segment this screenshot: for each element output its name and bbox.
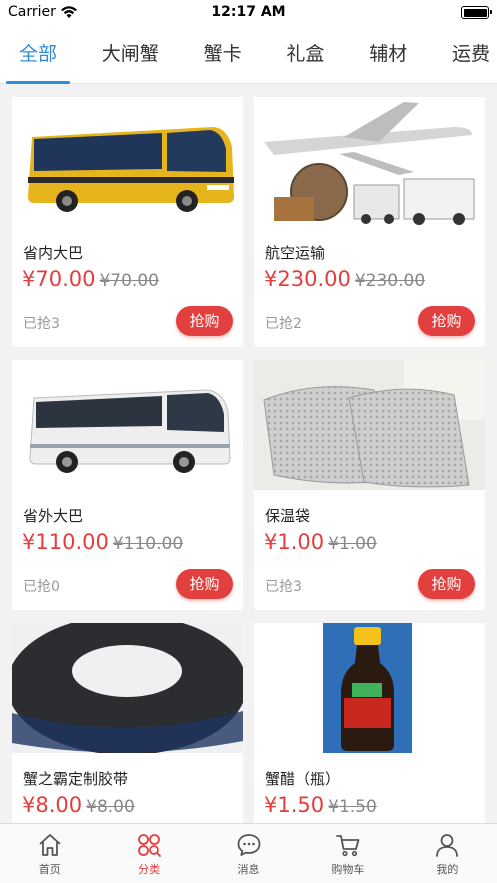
nav-profile-label: 我的	[436, 863, 459, 876]
product-name: 航空运输	[265, 244, 326, 262]
price-row: ¥1.00 ¥1.00	[264, 530, 377, 554]
product-card[interactable]: 保温袋 ¥1.00 ¥1.00 已抢3 抢购	[254, 360, 485, 610]
buy-button[interactable]: 抢购	[418, 306, 475, 336]
price-row: ¥110.00 ¥110.00	[22, 530, 183, 554]
product-grid: 省内大巴 ¥70.00 ¥70.00 已抢3 抢购 航空运输 ¥230.00 ¥…	[0, 84, 497, 823]
product-card[interactable]: 蟹之霸定制胶带 ¥8.00¥8.00 抢购	[12, 623, 243, 823]
tab-hairy-crab[interactable]: 大闸蟹	[101, 26, 160, 84]
product-name: 省内大巴	[23, 244, 84, 262]
product-card[interactable]: 省内大巴 ¥70.00 ¥70.00 已抢3 抢购	[12, 97, 243, 347]
cart-icon	[336, 835, 360, 857]
buy-button[interactable]: 抢购	[418, 569, 475, 599]
nav-profile[interactable]: 我的	[398, 824, 497, 883]
price-row: ¥70.00 ¥70.00	[22, 267, 159, 291]
nav-cart[interactable]: 购物车	[298, 824, 397, 883]
tape-roll-image	[12, 623, 243, 753]
nav-category-label: 分类	[138, 863, 161, 876]
product-name: 蟹醋（瓶）	[265, 770, 341, 788]
airplane-freight-image	[254, 97, 485, 227]
price-row: ¥8.00 ¥8.00	[22, 793, 135, 817]
original-price: ¥230.00	[354, 271, 426, 291]
product-price: ¥110.00	[22, 530, 109, 554]
product-price: ¥230.00	[264, 267, 351, 291]
product-card[interactable]: 航空运输 ¥230.00 ¥230.00 已抢2 抢购	[254, 97, 485, 347]
original-price: ¥8.00	[86, 797, 135, 817]
home-icon	[39, 834, 61, 856]
buy-button[interactable]: 抢购	[176, 569, 233, 599]
tab-all[interactable]: 全部	[5, 26, 71, 84]
product-price: ¥8.00	[22, 793, 83, 817]
nav-cart-label: 购物车	[331, 863, 365, 876]
product-name: 蟹之霸定制胶带	[23, 770, 129, 788]
insulated-bag-image	[254, 360, 485, 490]
nav-home[interactable]: 首页	[0, 824, 99, 883]
nav-messages-label: 消息	[237, 863, 260, 876]
tab-shipping[interactable]: 运费	[451, 26, 491, 84]
message-icon	[237, 834, 260, 856]
original-price: ¥1.00	[328, 534, 377, 554]
product-card[interactable]: 省外大巴 ¥110.00 ¥110.00 已抢0 抢购	[12, 360, 243, 610]
tab-gift-box[interactable]: 礼盒	[285, 26, 325, 84]
original-price: ¥1.50	[328, 797, 377, 817]
product-price: ¥70.00	[22, 267, 96, 291]
sold-count: 已抢3	[23, 316, 60, 332]
clock: 12:17 AM	[211, 4, 286, 20]
product-card[interactable]: 蟹醋（瓶） ¥1.50¥1.50 抢购	[254, 623, 485, 823]
status-bar: Carrier 12:17 AM	[0, 0, 497, 26]
white-bus-image	[12, 360, 243, 490]
price-row: ¥1.50 ¥1.50	[264, 793, 377, 817]
original-price: ¥110.00	[112, 534, 184, 554]
product-price: ¥1.00	[264, 530, 325, 554]
original-price: ¥70.00	[99, 271, 159, 291]
yellow-bus-image	[12, 97, 243, 227]
vinegar-bottle-image	[254, 623, 485, 753]
nav-category[interactable]: 分类	[99, 824, 198, 883]
product-name: 保温袋	[265, 507, 311, 525]
sold-count: 已抢3	[265, 579, 302, 595]
nav-home-label: 首页	[38, 863, 61, 876]
nav-messages[interactable]: 消息	[199, 824, 298, 883]
tab-accessories[interactable]: 辅材	[368, 26, 408, 84]
buy-button[interactable]: 抢购	[176, 306, 233, 336]
bottom-nav: 首页 分类 消息 购物车 我的	[0, 823, 497, 883]
sold-count: 已抢0	[23, 579, 60, 595]
user-icon	[436, 834, 459, 857]
category-icon	[138, 834, 162, 857]
tab-crab-card[interactable]: 蟹卡	[203, 26, 243, 84]
product-price: ¥1.50	[264, 793, 325, 817]
battery-icon	[461, 6, 492, 19]
product-name: 省外大巴	[23, 507, 84, 525]
category-tabs: 全部 大闸蟹 蟹卡 礼盒 辅材 运费	[0, 26, 497, 84]
price-row: ¥230.00 ¥230.00	[264, 267, 425, 291]
sold-count: 已抢2	[265, 316, 302, 332]
